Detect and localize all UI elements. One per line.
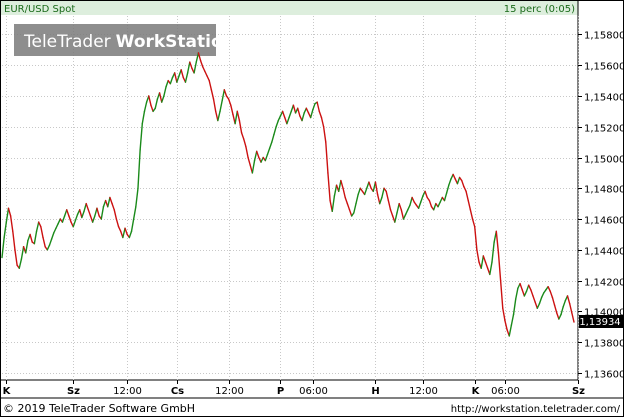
y-tick-label: 1,15800: [584, 31, 624, 42]
x-tick-label: 12:00: [409, 386, 438, 397]
x-tick-label: Sz: [67, 386, 80, 397]
header-bar: [1, 1, 578, 15]
x-tick-label: Cs: [171, 386, 184, 397]
y-tick-label: 1,15200: [584, 124, 624, 135]
x-tick-label: K: [472, 386, 481, 397]
price-chart: EUR/USD Spot 15 perc (0:05) TeleTrader Wo…: [0, 0, 624, 417]
watermark-text: TeleTrader WorkStation: [23, 32, 235, 52]
x-tick-label: 06:00: [491, 386, 520, 397]
last-price-badge: 1,13934: [579, 315, 623, 328]
y-tick-label: 1,15000: [584, 155, 624, 166]
x-tick-label: 12:00: [215, 386, 244, 397]
instrument-label: EUR/USD Spot: [4, 4, 75, 15]
chart-header: EUR/USD Spot 15 perc (0:05): [1, 1, 578, 15]
x-tick-label: Sz: [572, 386, 585, 397]
x-tick-label: 06:00: [299, 386, 328, 397]
footer-url[interactable]: http://workstation.teletrader.com/: [451, 404, 621, 415]
y-tick-label: 1,13600: [584, 370, 624, 381]
x-tick-label: H: [371, 386, 379, 397]
watermark-bold: WorkStation: [116, 32, 235, 52]
interval-label: 15 perc (0:05): [504, 4, 575, 15]
y-tick-label: 1,15400: [584, 93, 624, 104]
footer-copyright: © 2019 TeleTrader Software GmbH: [3, 402, 195, 415]
chart-frame: [0, 0, 624, 417]
y-tick-label: 1,13800: [584, 339, 624, 350]
y-tick-label: 1,14600: [584, 216, 624, 227]
last-price-value: 1,13934: [579, 317, 620, 328]
y-tick-label: 1,14400: [584, 247, 624, 258]
y-tick-label: 1,14200: [584, 278, 624, 289]
x-tick-label: K: [3, 386, 12, 397]
watermark-light: TeleTrader: [23, 32, 111, 52]
watermark: TeleTrader WorkStation: [14, 24, 235, 56]
x-tick-label: P: [277, 386, 284, 397]
y-tick-label: 1,15600: [584, 62, 624, 73]
x-tick-label: 12:00: [113, 386, 142, 397]
y-tick-label: 1,14800: [584, 185, 624, 196]
